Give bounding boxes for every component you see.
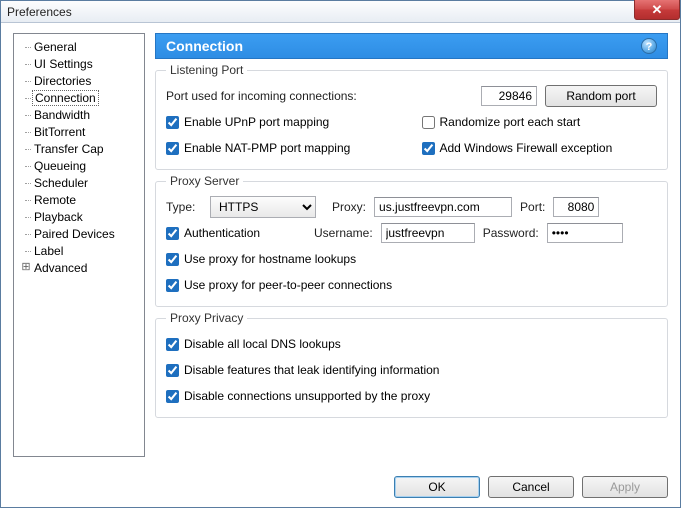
hostname-lookup-label: Use proxy for hostname lookups bbox=[184, 252, 356, 266]
port-input[interactable] bbox=[481, 86, 537, 106]
close-icon: ✕ bbox=[652, 2, 663, 18]
tree-item-queueing[interactable]: Queueing bbox=[16, 157, 142, 174]
type-label: Type: bbox=[166, 200, 202, 214]
expand-icon[interactable]: ⊞ bbox=[20, 262, 32, 273]
username-input[interactable] bbox=[381, 223, 475, 243]
randomize-checkbox[interactable] bbox=[422, 116, 435, 129]
proxy-port-label: Port: bbox=[520, 200, 545, 214]
proxy-label: Proxy: bbox=[332, 200, 366, 214]
tree-item-playback[interactable]: Playback bbox=[16, 208, 142, 225]
password-label: Password: bbox=[483, 226, 539, 240]
tree-item-directories[interactable]: Directories bbox=[16, 72, 142, 89]
tree-item-bittorrent[interactable]: BitTorrent bbox=[16, 123, 142, 140]
window-title: Preferences bbox=[7, 5, 72, 19]
tree-item-label[interactable]: Label bbox=[16, 242, 142, 259]
section-banner: Connection ? bbox=[155, 33, 668, 59]
p2p-proxy-checkbox[interactable] bbox=[166, 279, 179, 292]
p2p-proxy-label: Use proxy for peer-to-peer connections bbox=[184, 278, 392, 292]
close-button[interactable]: ✕ bbox=[634, 0, 680, 20]
category-tree[interactable]: General UI Settings Directories Connecti… bbox=[13, 33, 145, 457]
hostname-lookup-checkbox[interactable] bbox=[166, 253, 179, 266]
cancel-button[interactable]: Cancel bbox=[488, 476, 574, 498]
disable-dns-label: Disable all local DNS lookups bbox=[184, 337, 341, 351]
disable-leak-checkbox[interactable] bbox=[166, 364, 179, 377]
proxy-legend: Proxy Server bbox=[166, 174, 243, 188]
tree-item-remote[interactable]: Remote bbox=[16, 191, 142, 208]
natpmp-checkbox[interactable] bbox=[166, 142, 179, 155]
tree-item-connection[interactable]: Connection bbox=[16, 89, 142, 106]
preferences-window: Preferences ✕ General UI Settings Direct… bbox=[0, 0, 681, 508]
username-label: Username: bbox=[314, 226, 373, 240]
proxy-type-select[interactable]: HTTPS bbox=[210, 196, 316, 218]
section-title: Connection bbox=[166, 34, 243, 58]
firewall-checkbox[interactable] bbox=[422, 142, 435, 155]
disable-dns-checkbox[interactable] bbox=[166, 338, 179, 351]
proxy-privacy-group: Proxy Privacy Disable all local DNS look… bbox=[155, 311, 668, 418]
listening-legend: Listening Port bbox=[166, 63, 247, 77]
help-icon[interactable]: ? bbox=[641, 38, 657, 54]
proxy-port-input[interactable] bbox=[553, 197, 599, 217]
auth-checkbox[interactable] bbox=[166, 227, 179, 240]
firewall-label: Add Windows Firewall exception bbox=[440, 141, 613, 155]
auth-label: Authentication bbox=[184, 226, 260, 240]
listening-port-group: Listening Port Port used for incoming co… bbox=[155, 63, 668, 170]
password-input[interactable] bbox=[547, 223, 623, 243]
apply-button[interactable]: Apply bbox=[582, 476, 668, 498]
random-port-button[interactable]: Random port bbox=[545, 85, 657, 107]
tree-item-transfer-cap[interactable]: Transfer Cap bbox=[16, 140, 142, 157]
disable-unsupported-checkbox[interactable] bbox=[166, 390, 179, 403]
proxy-host-input[interactable] bbox=[374, 197, 512, 217]
titlebar: Preferences ✕ bbox=[1, 1, 680, 23]
randomize-label: Randomize port each start bbox=[440, 115, 581, 129]
tree-item-scheduler[interactable]: Scheduler bbox=[16, 174, 142, 191]
body: General UI Settings Directories Connecti… bbox=[1, 23, 680, 467]
tree-item-bandwidth[interactable]: Bandwidth bbox=[16, 106, 142, 123]
tree-item-paired-devices[interactable]: Paired Devices bbox=[16, 225, 142, 242]
tree-item-general[interactable]: General bbox=[16, 38, 142, 55]
ok-button[interactable]: OK bbox=[394, 476, 480, 498]
natpmp-label: Enable NAT-PMP port mapping bbox=[184, 141, 350, 155]
dialog-footer: OK Cancel Apply bbox=[1, 467, 680, 507]
disable-leak-label: Disable features that leak identifying i… bbox=[184, 363, 439, 377]
tree-item-ui-settings[interactable]: UI Settings bbox=[16, 55, 142, 72]
upnp-checkbox[interactable] bbox=[166, 116, 179, 129]
tree-item-advanced[interactable]: ⊞Advanced bbox=[16, 259, 142, 276]
upnp-label: Enable UPnP port mapping bbox=[184, 115, 329, 129]
privacy-legend: Proxy Privacy bbox=[166, 311, 247, 325]
main-panel: Connection ? Listening Port Port used fo… bbox=[155, 33, 668, 457]
proxy-server-group: Proxy Server Type: HTTPS Proxy: Port: Au… bbox=[155, 174, 668, 307]
port-label: Port used for incoming connections: bbox=[166, 89, 473, 103]
disable-unsupported-label: Disable connections unsupported by the p… bbox=[184, 389, 430, 403]
